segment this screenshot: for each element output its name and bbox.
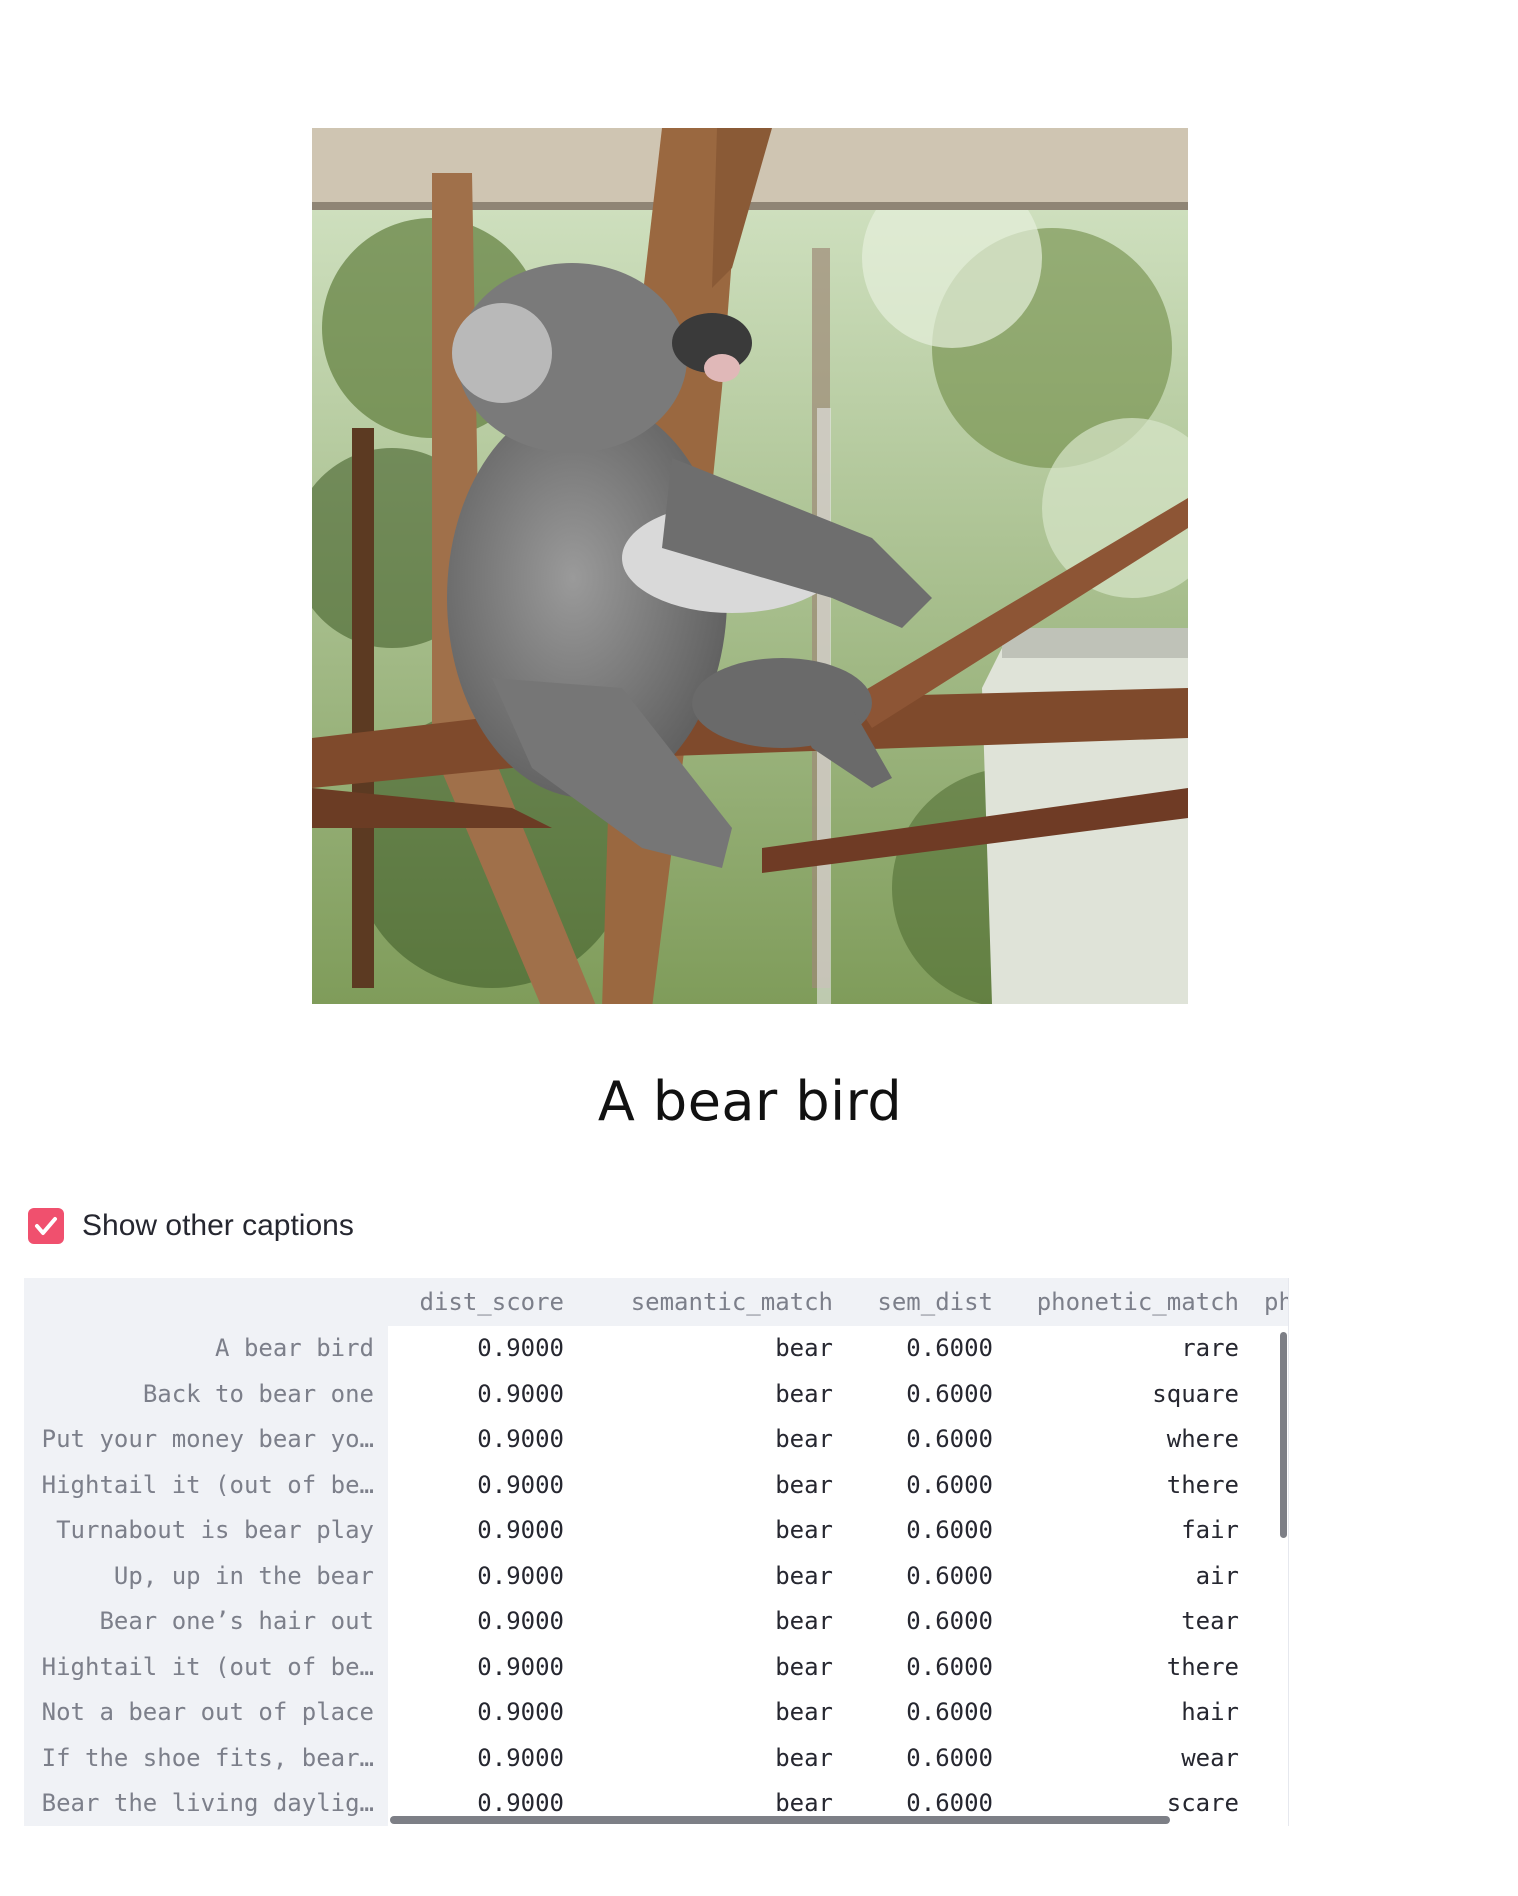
cell-dist-score[interactable]: 0.9000 [390,1508,564,1554]
cell-semantic-match[interactable]: bear [564,1417,833,1463]
cell-dist-score[interactable]: 0.9000 [390,1736,564,1782]
table-row[interactable]: Hightail it (out of be… 0.9000 bear 0.6000 t… [24,1463,1288,1509]
row-index-label[interactable]: Back to bear one [24,1372,374,1418]
cell-dist-score[interactable]: 0.9000 [390,1554,564,1600]
cell-dist-score[interactable]: 0.9000 [390,1326,564,1372]
row-index-label[interactable]: If the shoe fits, bear… [24,1736,374,1782]
cell-sem-dist[interactable]: 0.6000 [833,1372,993,1418]
column-header-truncated[interactable]: ph [1264,1278,1288,1326]
horizontal-scrollbar[interactable] [390,1816,1170,1824]
vertical-scrollbar[interactable] [1280,1332,1287,1538]
cell-semantic-match[interactable]: bear [564,1463,833,1509]
row-index-label[interactable]: Up, up in the bear [24,1554,374,1600]
table-row[interactable]: Up, up in the bear 0.9000 bear 0.6000 air [24,1554,1288,1600]
column-header-phonetic-match[interactable]: phonetic_match [993,1278,1239,1326]
cell-phonetic-match[interactable]: there [993,1463,1239,1509]
cell-phonetic-match[interactable]: air [993,1554,1239,1600]
cell-semantic-match[interactable]: bear [564,1645,833,1691]
column-header-sem-dist[interactable]: sem_dist [833,1278,993,1326]
cell-sem-dist[interactable]: 0.6000 [833,1690,993,1736]
cell-dist-score[interactable]: 0.9000 [390,1417,564,1463]
show-other-captions-checkbox[interactable]: Show other captions [28,1206,354,1246]
column-header-dist-score[interactable]: dist_score [390,1278,565,1326]
cell-phonetic-match[interactable]: fair [993,1508,1239,1554]
table-row[interactable]: Bear one’s hair out 0.9000 bear 0.6000 tear [24,1599,1288,1645]
table-row[interactable]: Turnabout is bear play 0.9000 bear 0.6000 fa… [24,1508,1288,1554]
row-index-label[interactable]: Turnabout is bear play [24,1508,374,1554]
checkbox-checked-icon[interactable] [28,1208,64,1244]
image-caption: A bear bird [597,1070,903,1133]
table-row[interactable]: Back to bear one 0.9000 bear 0.6000 square [24,1372,1288,1418]
cell-phonetic-match[interactable]: hair [993,1690,1239,1736]
cell-sem-dist[interactable]: 0.6000 [833,1326,993,1372]
table-row[interactable]: If the shoe fits, bear… 0.9000 bear 0.6000 w… [24,1736,1288,1782]
cell-semantic-match[interactable]: bear [564,1508,833,1554]
cell-phonetic-match[interactable]: wear [993,1736,1239,1782]
cell-dist-score[interactable]: 0.9000 [390,1645,564,1691]
table-row[interactable]: Put your money bear yo… 0.9000 bear 0.6000 w… [24,1417,1288,1463]
table-header: dist_score semantic_match sem_dist phone… [24,1278,1288,1326]
row-index-label[interactable]: Bear one’s hair out [24,1599,374,1645]
row-index-label[interactable]: Hightail it (out of be… [24,1645,374,1691]
koala-photo [312,128,1188,1004]
row-index-label[interactable]: A bear bird [24,1326,374,1372]
row-index-label[interactable]: Put your money bear yo… [24,1417,374,1463]
cell-phonetic-match[interactable]: where [993,1417,1239,1463]
cell-semantic-match[interactable]: bear [564,1554,833,1600]
cell-dist-score[interactable]: 0.9000 [390,1690,564,1736]
cell-sem-dist[interactable]: 0.6000 [833,1736,993,1782]
cell-sem-dist[interactable]: 0.6000 [833,1463,993,1509]
column-header-semantic-match[interactable]: semantic_match [564,1278,833,1326]
cell-phonetic-match[interactable]: there [993,1645,1239,1691]
cell-semantic-match[interactable]: bear [564,1599,833,1645]
cell-sem-dist[interactable]: 0.6000 [833,1554,993,1600]
cell-phonetic-match[interactable]: rare [993,1326,1239,1372]
captions-dataframe[interactable]: dist_score semantic_match sem_dist phone… [24,1278,1289,1826]
table-row[interactable]: A bear bird 0.9000 bear 0.6000 rare [24,1326,1288,1372]
cell-semantic-match[interactable]: bear [564,1326,833,1372]
cell-sem-dist[interactable]: 0.6000 [833,1645,993,1691]
table-row[interactable]: Hightail it (out of be… 0.9000 bear 0.6000 t… [24,1645,1288,1691]
row-index-label[interactable]: Not a bear out of place [24,1690,374,1736]
cell-dist-score[interactable]: 0.9000 [390,1372,564,1418]
cell-semantic-match[interactable]: bear [564,1736,833,1782]
cell-phonetic-match[interactable]: square [993,1372,1239,1418]
cell-semantic-match[interactable]: bear [564,1372,833,1418]
cell-phonetic-match[interactable]: tear [993,1599,1239,1645]
cell-sem-dist[interactable]: 0.6000 [833,1417,993,1463]
cell-dist-score[interactable]: 0.9000 [390,1599,564,1645]
cell-sem-dist[interactable]: 0.6000 [833,1508,993,1554]
table-row[interactable]: Not a bear out of place 0.9000 bear 0.6000 h… [24,1690,1288,1736]
row-index-label[interactable]: Hightail it (out of be… [24,1463,374,1509]
cell-dist-score[interactable]: 0.9000 [390,1463,564,1509]
cell-semantic-match[interactable]: bear [564,1690,833,1736]
checkbox-label: Show other captions [82,1209,354,1242]
row-index-label[interactable]: Bear the living daylig… [24,1781,374,1826]
koala-illustration [312,128,1188,1004]
cell-sem-dist[interactable]: 0.6000 [833,1599,993,1645]
